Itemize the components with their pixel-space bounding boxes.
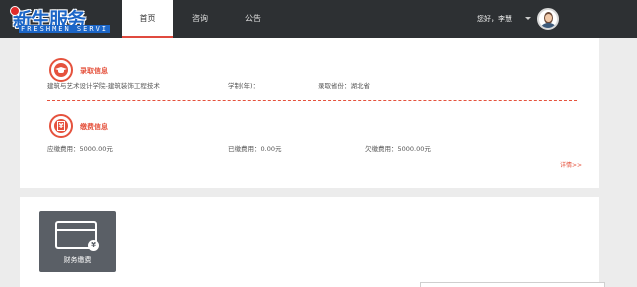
info-card: 录取信息 建筑与艺术设计学院-建筑装饰工程技术 学制(年)： 录取省份：湖北省 … — [20, 38, 599, 188]
payment-details-link[interactable]: 详情>> — [560, 160, 582, 169]
payment-paid: 已缴费用：0.00元 — [228, 145, 282, 153]
top-navbar: 新生服务 FRESHMEN SERVI 首页 咨询 公告 您好，李慧 — [0, 0, 637, 38]
payment-title: 缴费信息 — [80, 123, 108, 131]
admission-duration: 学制(年)： — [228, 82, 260, 90]
avatar[interactable] — [537, 8, 559, 30]
nav-consult[interactable]: 咨询 — [180, 0, 220, 38]
logo-subtitle: FRESHMEN SERVI — [19, 25, 111, 33]
nav-notice[interactable]: 公告 — [233, 0, 273, 38]
admission-province: 录取省份：湖北省 — [318, 82, 370, 90]
logo-badge-icon — [10, 6, 20, 16]
payment-due: 应缴费用：5000.00元 — [47, 145, 113, 153]
wallet-icon: ¥ — [49, 114, 73, 138]
site-logo[interactable]: 新生服务 FRESHMEN SERVI — [10, 5, 118, 35]
tile-label: 财务缴费 — [63, 256, 92, 264]
nav-home[interactable]: 首页 — [122, 0, 173, 38]
popup-box — [420, 282, 605, 287]
graduation-cap-icon — [49, 58, 73, 82]
admission-major: 建筑与艺术设计学院-建筑装饰工程技术 — [47, 82, 160, 90]
user-greeting[interactable]: 您好，李慧 — [477, 0, 512, 38]
admission-title: 录取信息 — [80, 67, 108, 75]
chevron-down-icon[interactable] — [525, 17, 531, 20]
section-divider — [47, 100, 577, 101]
credit-card-icon: ¥ — [55, 221, 99, 251]
payment-owed: 欠缴费用：5000.00元 — [365, 145, 431, 153]
services-card: ¥ 财务缴费 — [20, 197, 599, 287]
finance-payment-tile[interactable]: ¥ 财务缴费 — [39, 211, 116, 272]
